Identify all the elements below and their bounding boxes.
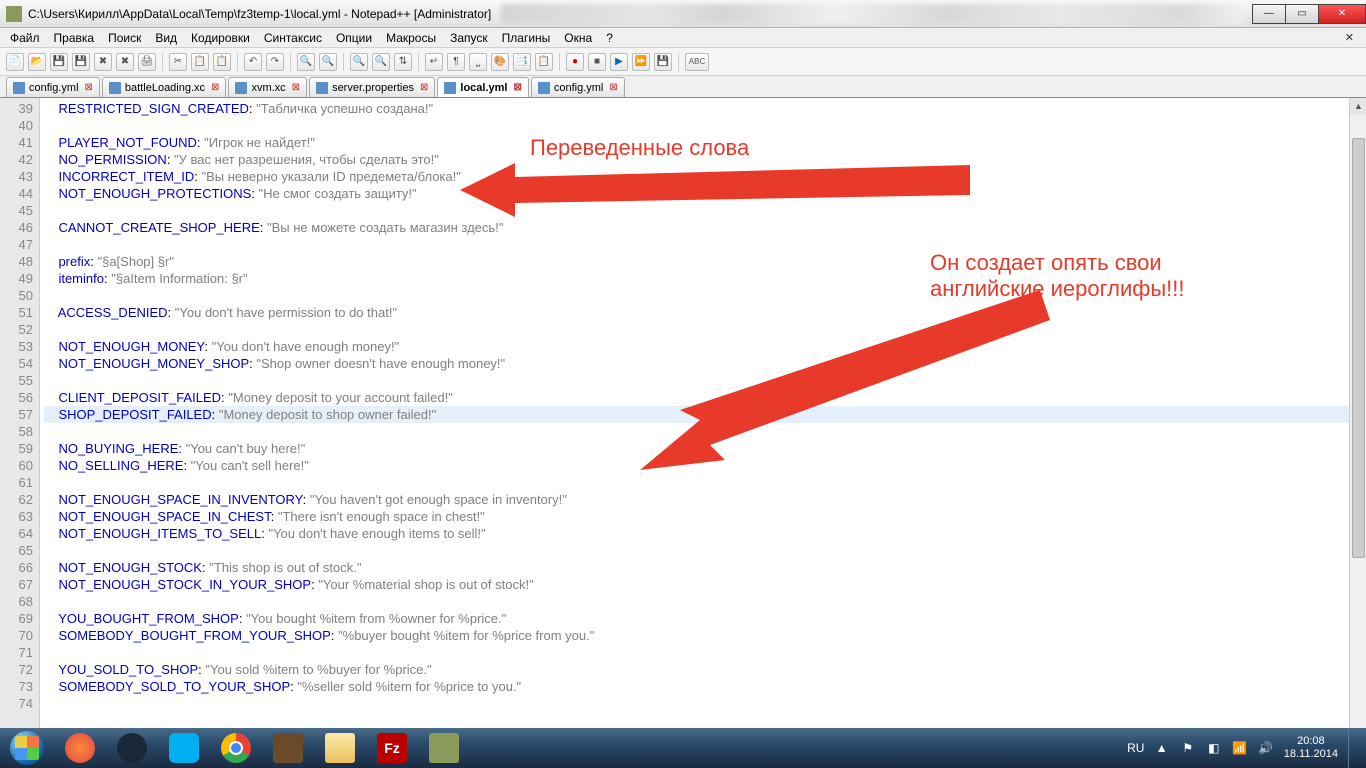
- menu-Синтаксис[interactable]: Синтаксис: [258, 30, 328, 46]
- tab-config.yml[interactable]: config.yml⊠: [6, 77, 100, 97]
- tab-close-icon[interactable]: ⊠: [420, 82, 428, 93]
- taskbar-skype[interactable]: [158, 728, 210, 768]
- line-number-gutter: 3940414243444546474849505152535455565758…: [0, 98, 40, 750]
- play-macro-icon[interactable]: ▶: [610, 53, 628, 71]
- show-symbols-icon[interactable]: ¶: [447, 53, 465, 71]
- paste-icon[interactable]: 📋: [213, 53, 231, 71]
- tab-xvm.xc[interactable]: xvm.xc⊠: [228, 77, 307, 97]
- tray-network-icon[interactable]: 📶: [1232, 740, 1248, 756]
- file-icon: [444, 82, 456, 94]
- taskbar-notepadpp[interactable]: [418, 728, 470, 768]
- system-tray: RU ▲ ⚑ ◧ 📶 🔊 20:08 18.11.2014: [1128, 728, 1366, 768]
- func-list-icon[interactable]: 📋: [535, 53, 553, 71]
- tab-server.properties[interactable]: server.properties⊠: [309, 77, 435, 97]
- taskbar: Fz RU ▲ ⚑ ◧ 📶 🔊 20:08 18.11.2014: [0, 728, 1366, 768]
- wordwrap-icon[interactable]: ↵: [425, 53, 443, 71]
- close-button[interactable]: ✕: [1318, 4, 1366, 24]
- code-area[interactable]: RESTRICTED_SIGN_CREATED: "Табличка успеш…: [40, 98, 1366, 750]
- undo-icon[interactable]: ↶: [244, 53, 262, 71]
- taskbar-app-1[interactable]: [54, 728, 106, 768]
- tab-close-icon[interactable]: ⊠: [609, 82, 617, 93]
- zoom-out-icon[interactable]: 🔍: [372, 53, 390, 71]
- aero-blur: [501, 4, 1243, 24]
- tray-show-hidden-icon[interactable]: ▲: [1154, 740, 1170, 756]
- minimize-button[interactable]: —: [1252, 4, 1286, 24]
- cut-icon[interactable]: ✂: [169, 53, 187, 71]
- windows-orb-icon: [10, 731, 44, 765]
- redo-icon[interactable]: ↷: [266, 53, 284, 71]
- close-all-icon[interactable]: ✖: [116, 53, 134, 71]
- open-file-icon[interactable]: 📂: [28, 53, 46, 71]
- taskbar-chrome[interactable]: [210, 728, 262, 768]
- spellcheck-icon[interactable]: ABC: [685, 53, 709, 71]
- zoom-in-icon[interactable]: 🔍: [350, 53, 368, 71]
- file-icon: [109, 82, 121, 94]
- record-macro-icon[interactable]: ●: [566, 53, 584, 71]
- menu-Плагины[interactable]: Плагины: [496, 30, 557, 46]
- print-icon[interactable]: 🖨: [138, 53, 156, 71]
- new-file-icon[interactable]: 📄: [6, 53, 24, 71]
- tray-app-icon[interactable]: ◧: [1206, 740, 1222, 756]
- menu-Запуск[interactable]: Запуск: [444, 30, 494, 46]
- scroll-thumb[interactable]: [1352, 138, 1365, 558]
- tray-volume-icon[interactable]: 🔊: [1258, 740, 1274, 756]
- menu-Макросы[interactable]: Макросы: [380, 30, 442, 46]
- menu-Правка[interactable]: Правка: [48, 30, 101, 46]
- save-macro-icon[interactable]: 💾: [654, 53, 672, 71]
- sync-scroll-icon[interactable]: ⇅: [394, 53, 412, 71]
- find-icon[interactable]: 🔍: [297, 53, 315, 71]
- taskbar-minecraft[interactable]: [262, 728, 314, 768]
- vertical-scrollbar[interactable]: ▲ ▼: [1349, 98, 1366, 750]
- tab-battleLoading.xc[interactable]: battleLoading.xc⊠: [102, 77, 227, 97]
- copy-icon[interactable]: 📋: [191, 53, 209, 71]
- start-button[interactable]: [0, 728, 54, 768]
- tab-bar: config.yml⊠battleLoading.xc⊠xvm.xc⊠serve…: [0, 76, 1366, 98]
- menu-Файл[interactable]: Файл: [4, 30, 46, 46]
- tray-action-center-icon[interactable]: ⚑: [1180, 740, 1196, 756]
- menu-Опции[interactable]: Опции: [330, 30, 378, 46]
- menu-?[interactable]: ?: [600, 30, 619, 46]
- save-all-icon[interactable]: 💾: [72, 53, 90, 71]
- toolbar: 📄 📂 💾 💾 ✖ ✖ 🖨 ✂ 📋 📋 ↶ ↷ 🔍 🔍 🔍 🔍 ⇅ ↵ ¶ ⎵ …: [0, 48, 1366, 76]
- file-icon: [235, 82, 247, 94]
- window-titlebar: C:\Users\Кирилл\AppData\Local\Temp\fz3te…: [0, 0, 1366, 28]
- tab-config.yml[interactable]: config.yml⊠: [531, 77, 625, 97]
- file-icon: [538, 82, 550, 94]
- app-icon: [6, 6, 22, 22]
- stop-macro-icon[interactable]: ■: [588, 53, 606, 71]
- file-icon: [316, 82, 328, 94]
- menu-Поиск[interactable]: Поиск: [102, 30, 147, 46]
- tray-clock[interactable]: 20:08 18.11.2014: [1284, 735, 1338, 761]
- doc-map-icon[interactable]: 📑: [513, 53, 531, 71]
- run-multi-icon[interactable]: ⏩: [632, 53, 650, 71]
- tray-lang[interactable]: RU: [1128, 740, 1144, 756]
- menu-bar: ФайлПравкаПоискВидКодировкиСинтаксисОпци…: [0, 28, 1366, 48]
- window-controls: — ▭ ✕: [1253, 4, 1366, 24]
- taskbar-steam[interactable]: [106, 728, 158, 768]
- tab-close-icon[interactable]: ⊠: [513, 82, 521, 93]
- tab-close-icon[interactable]: ⊠: [211, 82, 219, 93]
- indent-guides-icon[interactable]: ⎵: [469, 53, 487, 71]
- tab-close-icon[interactable]: ⊠: [85, 82, 93, 93]
- show-desktop-button[interactable]: [1348, 728, 1356, 768]
- tab-close-icon[interactable]: ⊠: [292, 82, 300, 93]
- menu-Окна[interactable]: Окна: [558, 30, 598, 46]
- maximize-button[interactable]: ▭: [1285, 4, 1319, 24]
- taskbar-filezilla[interactable]: Fz: [366, 728, 418, 768]
- replace-icon[interactable]: 🔍: [319, 53, 337, 71]
- menu-Кодировки[interactable]: Кодировки: [185, 30, 256, 46]
- editor-area: 3940414243444546474849505152535455565758…: [0, 98, 1366, 750]
- close-icon[interactable]: ✖: [94, 53, 112, 71]
- close-document-button[interactable]: ✕: [1339, 30, 1360, 45]
- tab-local.yml[interactable]: local.yml⊠: [437, 77, 528, 97]
- taskbar-explorer[interactable]: [314, 728, 366, 768]
- save-icon[interactable]: 💾: [50, 53, 68, 71]
- menu-Вид[interactable]: Вид: [149, 30, 183, 46]
- window-title: C:\Users\Кирилл\AppData\Local\Temp\fz3te…: [28, 7, 491, 21]
- user-lang-icon[interactable]: 🎨: [491, 53, 509, 71]
- file-icon: [13, 82, 25, 94]
- scroll-up-icon[interactable]: ▲: [1350, 98, 1366, 115]
